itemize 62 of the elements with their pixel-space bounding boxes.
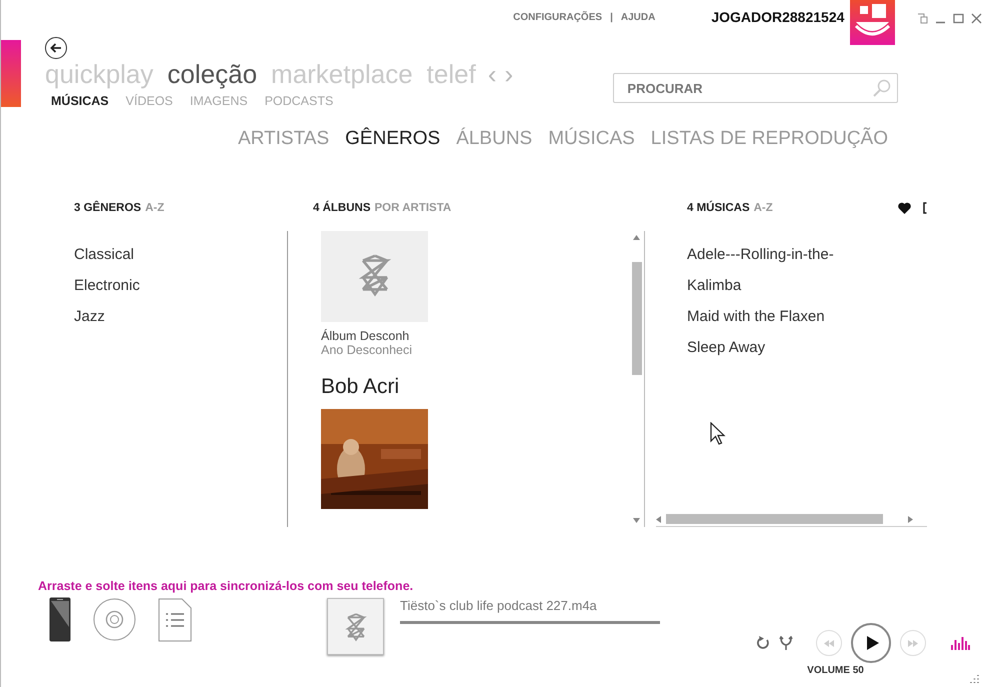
song-item[interactable]: Kalimba: [687, 277, 927, 294]
volume-label[interactable]: VOLUME 50: [807, 665, 864, 676]
equalizer-icon[interactable]: [951, 636, 970, 650]
song-count: 4 MÚSICAS: [687, 202, 750, 216]
category-tab[interactable]: GÊNEROS: [345, 128, 440, 150]
disc-icon[interactable]: [93, 598, 136, 641]
album-count: 4 ÁLBUNS: [313, 202, 371, 216]
subnav-tab[interactable]: MÚSICAS: [51, 94, 109, 108]
play-button[interactable]: [851, 623, 891, 663]
track-title: Tiësto`s club life podcast 227.m4a: [400, 598, 598, 613]
horizontal-scrollbar[interactable]: [656, 514, 927, 527]
search-field[interactable]: PROCURAR: [613, 73, 898, 103]
category-tab[interactable]: LISTAS DE REPRODUÇÃO: [650, 128, 888, 150]
accent-bar: [1, 40, 21, 107]
scrollbar-thumb[interactable]: [632, 262, 642, 375]
album-title[interactable]: Álbum Desconh: [321, 329, 631, 343]
vertical-scrollbar[interactable]: [631, 231, 645, 527]
song-item[interactable]: Sleep Away: [687, 339, 927, 356]
category-tab[interactable]: ARTISTAS: [238, 128, 330, 150]
category-tab[interactable]: ÁLBUNS: [456, 128, 532, 150]
resize-grip-icon[interactable]: [970, 674, 980, 684]
album-year: Ano Desconheci: [321, 343, 414, 357]
user-name[interactable]: JOGADOR28821524: [711, 9, 844, 25]
shuffle-icon[interactable]: [779, 636, 793, 650]
scroll-left-icon[interactable]: [656, 516, 661, 522]
artist-heading: Bob Acri: [321, 375, 400, 399]
compact-mode-icon[interactable]: [917, 13, 928, 24]
album-art-placeholder[interactable]: [321, 231, 428, 322]
mouse-cursor-icon: [710, 422, 726, 446]
genre-item[interactable]: Electronic: [74, 277, 287, 294]
play-icon[interactable]: [866, 636, 878, 650]
back-arrow-icon[interactable]: [50, 43, 62, 53]
scroll-down-icon[interactable]: [633, 518, 640, 523]
phone-icon[interactable]: [49, 597, 71, 642]
heart-icon[interactable]: [898, 202, 911, 214]
genre-item[interactable]: Jazz: [74, 308, 287, 325]
song-item[interactable]: Adele---Rolling-in-the-: [687, 246, 927, 263]
close-icon[interactable]: [971, 13, 982, 24]
document-icon[interactable]: [158, 598, 192, 642]
song-item[interactable]: Maid with the Flaxen: [687, 308, 927, 325]
settings-link[interactable]: CONFIGURAÇÕES: [513, 12, 602, 23]
back-button[interactable]: [45, 37, 67, 59]
sync-hint: Arraste e solte itens aqui para sincronizá-los com seu telefone.: [38, 579, 414, 593]
link-separator: |: [610, 12, 613, 23]
category-tab[interactable]: MÚSICAS: [548, 128, 635, 150]
subnav-tab[interactable]: VÍDEOS: [126, 94, 173, 108]
subnav-tab[interactable]: IMAGENS: [190, 94, 248, 108]
repeat-icon[interactable]: [756, 636, 770, 650]
genre-item[interactable]: Classical: [74, 246, 287, 263]
help-link[interactable]: AJUDA: [620, 12, 656, 23]
maximize-icon[interactable]: [953, 13, 964, 24]
sort-link[interactable]: POR ARTISTA: [374, 202, 452, 231]
sort-link[interactable]: A-Z: [754, 202, 773, 231]
pivot-tab[interactable]: coleção: [167, 59, 258, 90]
album-thumbnail[interactable]: [327, 598, 384, 655]
scroll-right-icon[interactable]: [908, 516, 913, 522]
sort-link[interactable]: A-Z: [145, 202, 164, 231]
scrollbar-thumb[interactable]: [666, 514, 883, 524]
genre-count: 3 GÊNEROS: [74, 202, 142, 216]
subnav-tab[interactable]: PODCASTS: [264, 94, 334, 108]
avatar-icon[interactable]: [850, 0, 896, 45]
scroll-up-icon[interactable]: [633, 235, 640, 240]
